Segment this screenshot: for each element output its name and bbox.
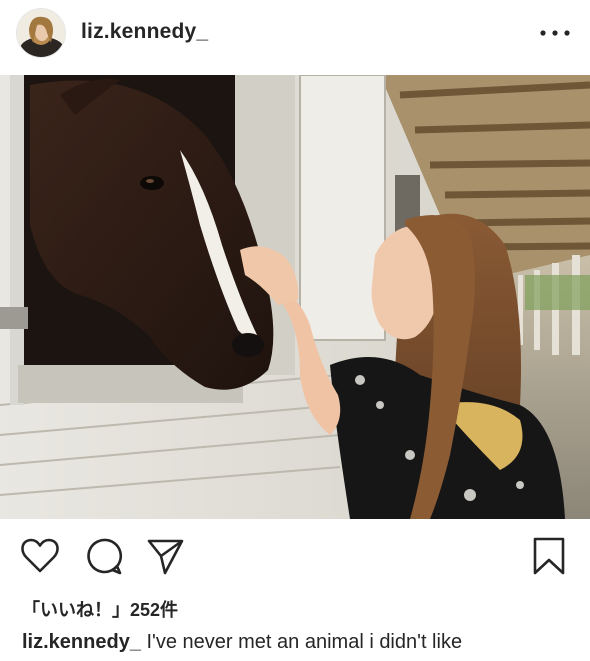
likes-count[interactable]: 「いいね！」252件 bbox=[22, 596, 178, 622]
heart-icon[interactable] bbox=[20, 536, 60, 576]
avatar-image bbox=[17, 9, 65, 57]
post-username[interactable]: liz.kennedy_ bbox=[81, 20, 208, 44]
post-caption: liz.kennedy_ I've never met an animal i … bbox=[22, 631, 462, 654]
post-header: liz.kennedy_ bbox=[0, 0, 590, 70]
post-photo[interactable] bbox=[0, 75, 590, 519]
paper-plane-icon[interactable] bbox=[145, 536, 185, 576]
instagram-post: liz.kennedy_ 「いいね！」252件 liz.kennedy_ I'v… bbox=[0, 0, 590, 661]
comment-bubble-icon[interactable] bbox=[84, 536, 124, 576]
avatar[interactable] bbox=[17, 9, 65, 57]
more-horizontal-icon[interactable] bbox=[538, 25, 572, 41]
caption-text: I've never met an animal i didn't like bbox=[146, 631, 463, 653]
bookmark-icon[interactable] bbox=[529, 536, 569, 576]
caption-username[interactable]: liz.kennedy_ bbox=[22, 631, 141, 653]
photo-horse-and-woman bbox=[0, 75, 590, 519]
